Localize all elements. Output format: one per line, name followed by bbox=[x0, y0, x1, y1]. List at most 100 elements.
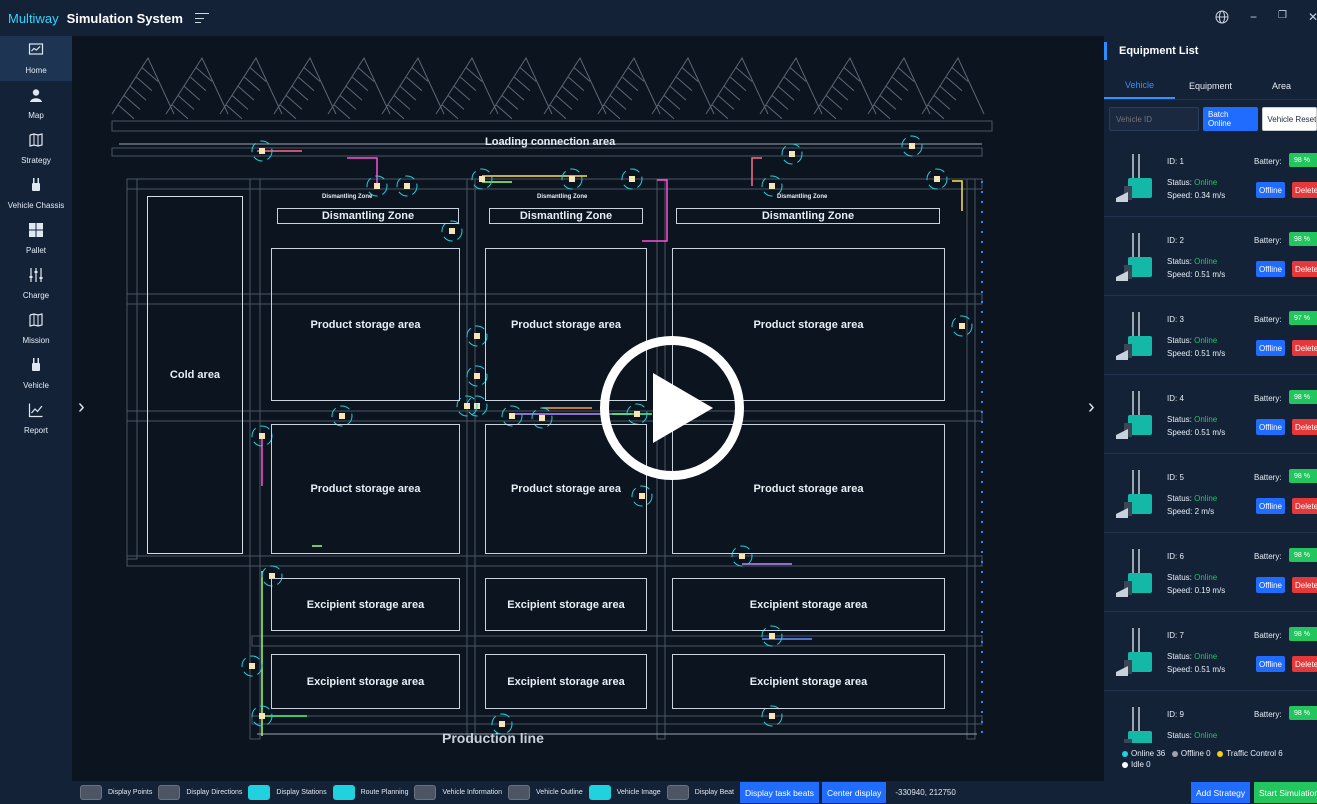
toggle-switch[interactable] bbox=[80, 785, 102, 800]
delete-button[interactable]: Delete bbox=[1292, 419, 1317, 435]
excipient-storage-area-2[interactable]: Excipient storage area bbox=[485, 578, 647, 631]
toggle-display-points[interactable]: Display Points bbox=[80, 785, 152, 800]
map-vehicle-marker[interactable] bbox=[781, 143, 803, 165]
toggle-display-beat[interactable]: Display Beat bbox=[666, 785, 734, 800]
vehicle-card[interactable]: ID: 1 Battery: 98 % Status: Online Speed: 0.… bbox=[1104, 138, 1317, 217]
vehicle-card[interactable]: ID: 3 Battery: 97 % Status: Online Speed: 0.… bbox=[1104, 296, 1317, 375]
excipient-storage-area-1[interactable]: Excipient storage area bbox=[271, 578, 460, 631]
add-strategy-button[interactable]: Add Strategy bbox=[1191, 782, 1251, 803]
menu-toggle-icon[interactable] bbox=[194, 13, 209, 23]
delete-button[interactable]: Delete bbox=[1292, 261, 1317, 277]
restore-icon[interactable]: ❐ bbox=[1278, 10, 1287, 21]
delete-button[interactable]: Delete bbox=[1292, 498, 1317, 514]
delete-button[interactable]: Delete bbox=[1292, 656, 1317, 672]
toggle-vehicle-outline[interactable]: Vehicle Outline bbox=[508, 785, 583, 800]
expand-right-chevron-icon[interactable]: › bbox=[1088, 396, 1095, 419]
map-vehicle-marker[interactable] bbox=[466, 325, 488, 347]
nav-item-vehicle-chassis[interactable]: Vehicle Chassis bbox=[0, 171, 72, 216]
delete-button[interactable]: Delete bbox=[1292, 577, 1317, 593]
nav-label: Report bbox=[23, 426, 48, 435]
excipient-storage-area-4[interactable]: Excipient storage area bbox=[271, 654, 460, 709]
excipient-storage-area-3[interactable]: Excipient storage area bbox=[672, 578, 945, 631]
offline-button[interactable]: Offline bbox=[1256, 419, 1285, 435]
nav-item-home[interactable]: Home bbox=[0, 36, 72, 81]
dismantling-zone-small-label-1: Dismantling Zone bbox=[322, 194, 373, 200]
nav-item-mission[interactable]: Mission bbox=[0, 306, 72, 351]
delete-button[interactable]: Delete bbox=[1292, 340, 1317, 356]
toggle-switch[interactable] bbox=[508, 785, 531, 800]
close-icon[interactable]: ✕ bbox=[1308, 10, 1317, 24]
start-simulation-button[interactable]: Start Simulation bbox=[1254, 782, 1317, 803]
toggle-switch[interactable] bbox=[588, 785, 611, 800]
offline-button[interactable]: Offline bbox=[1256, 656, 1285, 672]
nav-item-pallet[interactable]: Pallet bbox=[0, 216, 72, 261]
batch-online-button[interactable]: Batch Online bbox=[1203, 107, 1259, 131]
dismantling-zone-1[interactable]: Dismantling Zone bbox=[277, 208, 459, 224]
warehouse-map[interactable]: Loading connection area Dismantling Zone… bbox=[72, 36, 1104, 781]
battery-badge: 98 % bbox=[1289, 153, 1317, 167]
toggle-switch[interactable] bbox=[666, 785, 689, 800]
toggle-switch[interactable] bbox=[332, 785, 355, 800]
vehicle-thumbnail-icon bbox=[1116, 549, 1152, 597]
nav-item-charge[interactable]: Charge bbox=[0, 261, 72, 306]
zone-label: Product storage area bbox=[753, 483, 864, 495]
vehicle-id-input[interactable] bbox=[1109, 107, 1199, 131]
map-vehicle-marker[interactable] bbox=[466, 365, 488, 387]
tab-equipment[interactable]: Equipment bbox=[1175, 72, 1246, 99]
tab-area[interactable]: Area bbox=[1246, 72, 1317, 99]
product-storage-area-1[interactable]: Product storage area bbox=[271, 248, 460, 401]
cursor-coordinates: -330940, 212750 bbox=[895, 788, 956, 797]
nav-item-vehicle[interactable]: Vehicle bbox=[0, 351, 72, 396]
idle-dot-icon bbox=[1122, 761, 1128, 768]
toggle-vehicle-information[interactable]: Vehicle Information bbox=[414, 785, 502, 800]
toggle-switch[interactable] bbox=[414, 785, 437, 800]
expand-left-chevron-icon[interactable]: › bbox=[78, 396, 85, 419]
vehicle-card[interactable]: ID: 4 Battery: 98 % Status: Online Speed: 0.… bbox=[1104, 375, 1317, 454]
dismantling-zone-3[interactable]: Dismantling Zone bbox=[676, 208, 940, 224]
nav-item-report[interactable]: Report bbox=[0, 396, 72, 441]
vehicle-card[interactable]: ID: 2 Battery: 98 % Status: Online Speed: 0.… bbox=[1104, 217, 1317, 296]
map-vehicle-marker[interactable] bbox=[441, 220, 463, 242]
nav-item-strategy[interactable]: Strategy bbox=[0, 126, 72, 171]
excipient-storage-area-6[interactable]: Excipient storage area bbox=[672, 654, 945, 709]
map-vehicle-marker[interactable] bbox=[331, 405, 353, 427]
cold-area[interactable]: Cold area bbox=[147, 196, 243, 554]
offline-button[interactable]: Offline bbox=[1256, 182, 1285, 198]
offline-button[interactable]: Offline bbox=[1256, 261, 1285, 277]
vehicle-reset-button[interactable]: Vehicle Reset bbox=[1262, 107, 1317, 131]
delete-button[interactable]: Delete bbox=[1292, 182, 1317, 198]
toggle-switch[interactable] bbox=[248, 785, 271, 800]
offline-button[interactable]: Offline bbox=[1256, 498, 1285, 514]
toggle-switch[interactable] bbox=[158, 785, 181, 800]
product-storage-area-4[interactable]: Product storage area bbox=[271, 424, 460, 554]
equipment-list-panel: Equipment List Vehicle Equipment Area Ba… bbox=[1104, 36, 1317, 781]
toggle-route-planning[interactable]: Route Planning bbox=[332, 785, 408, 800]
center-display-button[interactable]: Center display bbox=[821, 782, 887, 803]
toggle-label: Vehicle Outline bbox=[536, 789, 583, 796]
vehicle-thumbnail-icon bbox=[1116, 391, 1152, 439]
battery-badge: 98 % bbox=[1289, 232, 1317, 246]
vehicle-card[interactable]: ID: 5 Battery: 98 % Status: Online Speed: 2 … bbox=[1104, 454, 1317, 533]
pallet-icon bbox=[28, 222, 44, 243]
nav-item-map[interactable]: Map bbox=[0, 81, 72, 126]
map-vehicle-marker[interactable] bbox=[951, 315, 973, 337]
nav-label: Map bbox=[28, 111, 44, 120]
globe-icon[interactable] bbox=[1215, 10, 1229, 27]
display-task-beats-button[interactable]: Display task beats bbox=[740, 782, 819, 803]
vehicle-card[interactable]: ID: 7 Battery: 98 % Status: Online Speed: 0.… bbox=[1104, 612, 1317, 691]
vehicle-card[interactable]: ID: 6 Battery: 98 % Status: Online Speed: 0.… bbox=[1104, 533, 1317, 612]
vehicle-card[interactable]: ID: 9 Battery: 98 % Status: Online bbox=[1104, 691, 1317, 743]
map-vehicle-marker[interactable] bbox=[901, 135, 923, 157]
excipient-storage-area-5[interactable]: Excipient storage area bbox=[485, 654, 647, 709]
dismantling-zone-2[interactable]: Dismantling Zone bbox=[489, 208, 643, 224]
map-vehicle-marker[interactable] bbox=[241, 655, 263, 677]
offline-button[interactable]: Offline bbox=[1256, 577, 1285, 593]
toggle-display-stations[interactable]: Display Stations bbox=[248, 785, 327, 800]
toggle-display-directions[interactable]: Display Directions bbox=[158, 785, 242, 800]
toggle-vehicle-image[interactable]: Vehicle Image bbox=[588, 785, 661, 800]
play-video-button[interactable] bbox=[600, 336, 744, 480]
offline-button[interactable]: Offline bbox=[1256, 340, 1285, 356]
minimize-icon[interactable]: − bbox=[1250, 10, 1257, 24]
map-vehicle-marker[interactable] bbox=[501, 405, 523, 427]
tab-vehicle[interactable]: Vehicle bbox=[1104, 72, 1175, 99]
